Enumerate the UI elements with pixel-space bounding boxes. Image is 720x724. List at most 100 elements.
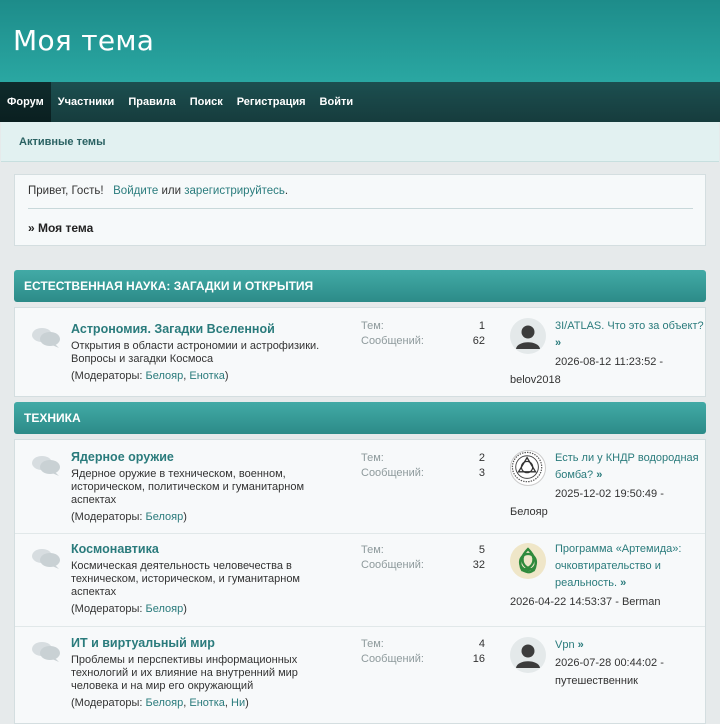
forum-moderators: (Модераторы: Белояр, Енотка) [71, 370, 229, 382]
posts-count: 3 [478, 467, 485, 479]
nav-login[interactable]: Войти [313, 82, 361, 122]
last-post-date: 2026-08-12 11:23:52 [555, 356, 657, 368]
sub-navbar: Активные темы [1, 122, 719, 162]
topics-label: Тем: [361, 320, 384, 332]
nav-rules[interactable]: Правила [121, 82, 182, 122]
mods-close: ) [224, 370, 229, 382]
posts-count: 16 [472, 653, 485, 665]
posts-count: 62 [472, 335, 485, 347]
posts-label: Сообщений: [361, 559, 424, 571]
mods-open: (Модераторы: [71, 603, 146, 615]
topics-label: Тем: [361, 544, 384, 556]
topics-count: 2 [478, 452, 485, 464]
nav-members[interactable]: Участники [51, 82, 122, 122]
moderator-link[interactable]: Ни [231, 697, 245, 709]
forum-bubbles-icon [32, 456, 60, 476]
last-post-link[interactable]: Vpn » [555, 637, 705, 654]
last-post-date: 2026-04-22 14:53:37 [510, 596, 613, 608]
welcome-box: Привет, Гость! Войдите или зарегистрируй… [14, 174, 706, 246]
mods-open: (Модераторы: [71, 697, 146, 709]
posts-count: 32 [472, 559, 485, 571]
last-post-date: 2026-07-28 00:44:02 [555, 657, 658, 669]
last-post-author[interactable]: belov2018 [510, 374, 561, 386]
period-text: . [284, 185, 289, 197]
triquetra-avatar-icon[interactable] [510, 543, 546, 579]
last-post-author[interactable]: Белояр [510, 506, 548, 518]
forum-bubbles-icon [32, 549, 60, 569]
arrow-icon: » [593, 469, 603, 481]
forum-bubbles-icon [32, 642, 60, 662]
topics-label: Тем: [361, 638, 384, 650]
last-post-date: 2025-12-02 19:50:49 [555, 488, 658, 500]
welcome-message: Привет, Гость! Войдите или зарегистрируй… [28, 185, 288, 197]
forum-title[interactable]: Астрономия. Загадки Вселенной [71, 322, 275, 336]
category-header[interactable]: Естественная наука: Загадки и открытия [14, 270, 706, 302]
active-topics-link[interactable]: Активные темы [19, 136, 105, 148]
nav-search[interactable]: Поиск [183, 82, 230, 122]
or-text: или [161, 185, 182, 197]
forum-moderators: (Модераторы: Белояр) [71, 511, 187, 523]
forum-row: ИТ и виртуальный мир Проблемы и перспект… [15, 627, 705, 723]
forum-moderators: (Модераторы: Белояр) [71, 603, 187, 615]
posts-label: Сообщений: [361, 335, 424, 347]
last-post-title[interactable]: Есть ли у КНДР водородная бомба? [555, 452, 699, 481]
posts-label: Сообщений: [361, 653, 424, 665]
main-navbar: Форум Участники Правила Поиск Регистраци… [0, 82, 720, 122]
moderator-link[interactable]: Белояр [146, 511, 184, 523]
nav-register[interactable]: Регистрация [230, 82, 313, 122]
moderator-link[interactable]: Белояр [146, 370, 184, 382]
arrow-icon: » [617, 577, 627, 589]
last-post-meta: 2026-07-28 00:44:02 - путешественник [555, 657, 664, 687]
last-post-link[interactable]: 3I/ATLAS. Что это за объект? » [555, 318, 705, 352]
last-post-meta: 2026-08-12 11:23:52 - belov2018 [510, 356, 664, 386]
last-post-link[interactable]: Программа «Артемида»: очковтирательство … [555, 541, 705, 592]
nav-forum[interactable]: Форум [0, 82, 51, 122]
celtic-knot-avatar-icon[interactable] [510, 450, 546, 486]
greeting-text: Привет, Гость! [28, 185, 104, 197]
moderator-link[interactable]: Енотка [189, 697, 225, 709]
breadcrumb[interactable]: » Моя тема [28, 221, 93, 235]
last-post-author[interactable]: Berman [622, 596, 661, 608]
mods-open: (Модераторы: [71, 370, 146, 382]
topics-count: 4 [478, 638, 485, 650]
last-post-author[interactable]: путешественник [555, 675, 638, 687]
forum-description: Проблемы и перспективы информационных те… [71, 654, 298, 692]
last-post-title[interactable]: Vpn [555, 639, 575, 651]
user-avatar-icon[interactable] [510, 318, 546, 354]
forum-description: Открытия в области астрономии и астрофиз… [71, 340, 320, 365]
arrow-icon: » [574, 639, 584, 651]
last-post-title[interactable]: 3I/ATLAS. Что это за объект? [555, 320, 704, 332]
site-header: Моя тема [0, 0, 720, 82]
arrow-icon: » [555, 337, 562, 349]
forum-title[interactable]: Ядерное оружие [71, 450, 174, 464]
moderator-link[interactable]: Белояр [146, 603, 184, 615]
topics-count: 1 [478, 320, 485, 332]
forum-row: Ядерное оружие Ядерное оружие в техничес… [15, 440, 705, 534]
category-header[interactable]: Техника [14, 402, 706, 434]
forum-description: Космическая деятельность человечества в … [71, 560, 300, 598]
forum-title[interactable]: ИТ и виртуальный мир [71, 636, 215, 650]
moderator-link[interactable]: Белояр [146, 697, 184, 709]
forum-row: Астрономия. Загадки Вселенной Открытия в… [15, 308, 705, 396]
divider [28, 208, 693, 209]
mods-open: (Модераторы: [71, 511, 146, 523]
forum-bubbles-icon [32, 328, 60, 348]
last-post-link[interactable]: Есть ли у КНДР водородная бомба? » [555, 450, 705, 484]
forum-description: Ядерное оружие в техническом, военном, и… [71, 468, 305, 506]
site-title[interactable]: Моя тема [13, 0, 707, 82]
mods-close: ) [245, 697, 249, 709]
moderator-link[interactable]: Енотка [189, 370, 225, 382]
forum-list: Астрономия. Загадки Вселенной Открытия в… [14, 307, 706, 397]
forum-list: Ядерное оружие Ядерное оружие в техничес… [14, 439, 706, 724]
topics-label: Тем: [361, 452, 384, 464]
forum-moderators: (Модераторы: Белояр, Енотка, Ни) [71, 697, 249, 709]
register-link[interactable]: зарегистрируйтесь [184, 185, 285, 197]
login-link[interactable]: Войдите [113, 185, 158, 197]
posts-label: Сообщений: [361, 467, 424, 479]
last-post-meta: 2026-04-22 14:53:37 - Berman [510, 596, 661, 608]
forum-row: Космонавтика Космическая деятельность че… [15, 534, 705, 627]
mods-close: ) [183, 603, 187, 615]
mods-close: ) [183, 511, 187, 523]
forum-title[interactable]: Космонавтика [71, 542, 159, 556]
last-post-meta: 2025-12-02 19:50:49 - Белояр [510, 488, 664, 518]
